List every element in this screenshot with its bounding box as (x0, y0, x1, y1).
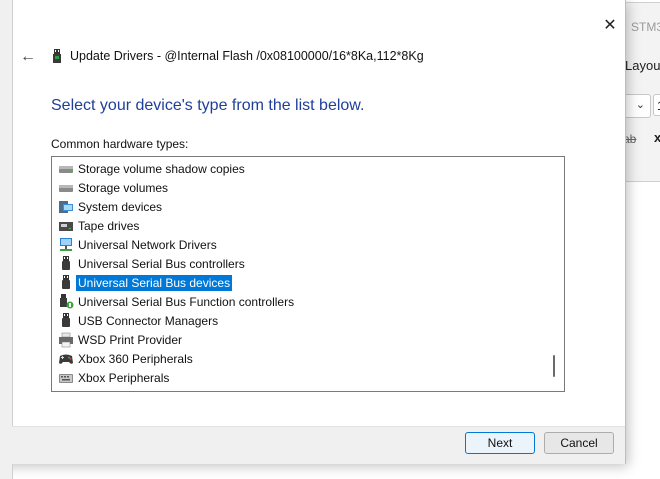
list-item-label: Universal Serial Bus Function controller… (78, 294, 295, 309)
list-item-label: USB Connector Managers (78, 313, 219, 328)
usb-icon (58, 274, 74, 291)
list-item-label: Storage volume shadow copies (78, 161, 245, 176)
left-window-edge (0, 0, 13, 479)
drive-icon (58, 161, 74, 177)
list-item[interactable]: Xbox 360 Peripherals (58, 349, 195, 368)
usb-function-icon (58, 293, 74, 310)
list-item[interactable]: System devices (58, 197, 164, 216)
list-item-label: System devices (78, 199, 163, 214)
chevron-down-icon: ⌄ (635, 99, 645, 111)
background-layout-label: Layout (625, 58, 660, 73)
tape-drive-icon (58, 218, 74, 234)
hardware-types-label: Common hardware types: (51, 137, 189, 151)
page-heading: Select your device's type from the list … (51, 97, 365, 114)
next-button[interactable]: Next (465, 432, 535, 454)
back-button[interactable]: ← (18, 48, 38, 66)
list-item-label: Storage volumes (78, 180, 169, 195)
list-item-label: Universal Network Drivers (78, 237, 217, 252)
hardware-types-list[interactable]: Storage volume shadow copies Storage volu… (51, 156, 565, 392)
list-item-label: Universal Serial Bus devices (76, 274, 233, 291)
list-item-label: WSD Print Provider (78, 332, 183, 347)
printer-icon (58, 332, 74, 348)
list-scrollbar[interactable] (549, 159, 561, 389)
list-item[interactable]: Xbox Peripherals (58, 368, 171, 387)
close-button[interactable]: ✕ (600, 16, 620, 36)
list-item-label: Tape drives (78, 218, 140, 233)
list-item[interactable]: Tape drives (58, 216, 141, 235)
usb-device-icon (53, 49, 61, 63)
list-item[interactable]: Storage volumes (58, 178, 170, 197)
background-number-input[interactable]: 1 (653, 94, 660, 116)
drive-icon (58, 180, 74, 196)
usb-icon (58, 255, 74, 272)
list-item[interactable]: Storage volume shadow copies (58, 159, 247, 178)
scrollbar-thumb[interactable] (553, 355, 555, 377)
list-item[interactable]: Universal Serial Bus Function controller… (58, 292, 296, 311)
keyboard-icon (58, 370, 74, 386)
list-item[interactable]: Universal Serial Bus controllers (58, 254, 247, 273)
network-icon (58, 237, 74, 253)
list-item[interactable]: WSD Print Provider (58, 330, 184, 349)
system-devices-icon (58, 199, 74, 215)
list-item[interactable]: Universal Network Drivers (58, 235, 219, 254)
list-item[interactable]: Universal Serial Bus devices (58, 273, 233, 292)
background-window-title: STM3 (631, 20, 660, 34)
usb-icon (58, 312, 74, 329)
list-item-label: Universal Serial Bus controllers (78, 256, 245, 271)
gamepad-icon (58, 351, 74, 367)
x-button[interactable]: x (654, 130, 660, 145)
list-item[interactable]: USB Connector Managers (58, 311, 220, 330)
dialog-title: Update Drivers - @Internal Flash /0x0810… (70, 49, 424, 63)
list-item-label: Xbox Peripherals (78, 370, 170, 385)
list-item-label: Xbox 360 Peripherals (78, 351, 193, 366)
cancel-button[interactable]: Cancel (544, 432, 614, 454)
